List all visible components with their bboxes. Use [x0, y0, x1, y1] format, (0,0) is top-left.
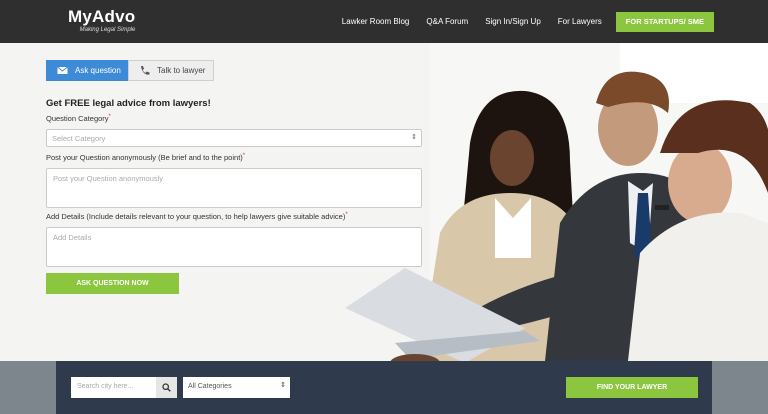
category-label-text: Question Category — [46, 114, 109, 123]
category-filter-value: All Categories — [188, 383, 232, 390]
category-select-value: Select Category — [52, 134, 106, 143]
logo-tagline: Making Legal Simple — [79, 27, 136, 33]
phone-icon — [141, 66, 150, 75]
nav-for-lawyers[interactable]: For Lawyers — [558, 12, 602, 32]
nav-lawker-room-blog[interactable]: Lawker Room Blog — [342, 12, 410, 32]
top-header: MyAdvo Making Legal Simple Lawker Room B… — [0, 0, 768, 43]
details-textarea[interactable]: Add Details — [46, 227, 422, 267]
find-lawyer-button[interactable]: FIND YOUR LAWYER — [566, 377, 698, 398]
question-tabs: Ask question Talk to lawyer — [46, 60, 214, 81]
tab-talk-to-lawyer-label: Talk to lawyer — [157, 66, 206, 75]
required-mark: * — [345, 212, 348, 218]
city-search-input[interactable]: Search city here... — [71, 377, 156, 398]
required-mark: * — [242, 153, 246, 159]
details-label-text: Add Details (Include details relevant to… — [46, 212, 346, 221]
select-arrows-icon: ⇕ — [411, 134, 417, 141]
nav-qa-forum[interactable]: Q&A Forum — [426, 12, 468, 32]
form-title: Get FREE legal advice from lawyers! — [46, 98, 211, 109]
logo-wordmark: MyAdvo — [68, 7, 136, 26]
envelope-icon — [57, 66, 68, 74]
question-label-text: Post your Question anonymously (Be brief… — [46, 153, 243, 162]
required-mark: * — [108, 114, 111, 120]
question-textarea[interactable]: Post your Question anonymously — [46, 168, 422, 208]
logo[interactable]: MyAdvo Making Legal Simple — [68, 7, 136, 34]
nav-sign-in[interactable]: Sign In/Sign Up — [485, 12, 541, 32]
category-select[interactable]: Select Category ⇕ — [46, 129, 422, 147]
startups-sme-button[interactable]: FOR STARTUPS/ SME — [615, 12, 714, 32]
city-search-button[interactable] — [156, 377, 177, 398]
main-nav: Lawker Room Blog Q&A Forum Sign In/Sign … — [325, 12, 714, 32]
details-placeholder: Add Details — [53, 233, 92, 242]
ask-question-button[interactable]: ASK QUESTION NOW — [46, 273, 179, 294]
details-label: Add Details (Include details relevant to… — [46, 212, 348, 221]
tab-ask-question[interactable]: Ask question — [46, 60, 128, 81]
question-placeholder: Post your Question anonymously — [53, 174, 164, 183]
category-filter-select[interactable]: All Categories ⇕ — [183, 377, 290, 398]
city-search-placeholder: Search city here... — [77, 383, 134, 390]
select-arrows-icon: ⇕ — [280, 382, 286, 389]
tab-talk-to-lawyer[interactable]: Talk to lawyer — [128, 60, 214, 81]
category-label: Question Category* — [46, 114, 111, 123]
tab-ask-question-label: Ask question — [75, 66, 121, 75]
question-label: Post your Question anonymously (Be brief… — [46, 153, 245, 162]
search-icon — [162, 383, 171, 392]
